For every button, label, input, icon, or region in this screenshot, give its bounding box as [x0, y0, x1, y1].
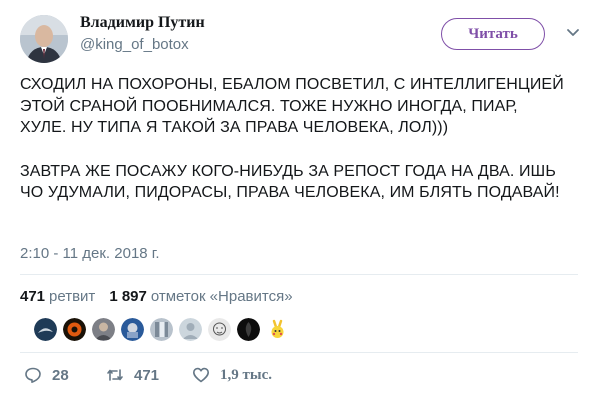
follow-button[interactable]: Читать — [441, 18, 545, 50]
liker-avatar[interactable] — [63, 318, 86, 341]
retweet-label[interactable]: ретвит — [49, 288, 95, 305]
user-handle[interactable]: @king_of_botox — [80, 36, 189, 53]
retweet-icon — [107, 369, 123, 381]
tweet-paragraph-2: ЗАВТРА ЖЕ ПОСАЖУ КОГО-НИБУДЬ ЗА РЕПОСТ Г… — [20, 162, 560, 202]
reply-icon — [25, 367, 41, 383]
liker-avatar[interactable] — [179, 318, 202, 341]
retweet-button[interactable]: 471 — [106, 366, 192, 384]
liker-avatar[interactable] — [208, 318, 231, 341]
reply-button[interactable]: 28 — [24, 366, 106, 384]
like-action-count: 1,9 тыс. — [220, 366, 272, 383]
display-name[interactable]: Владимир Путин — [80, 14, 205, 32]
profile-avatar[interactable] — [20, 15, 68, 63]
reply-count: 28 — [52, 366, 69, 384]
divider — [20, 352, 578, 353]
like-button[interactable]: 1,9 тыс. — [192, 366, 272, 384]
like-count[interactable]: 1 897 — [109, 288, 147, 305]
liker-avatar[interactable] — [92, 318, 115, 341]
tweet-stats: 471 ретвит 1 897 отметок «Нравится» — [20, 288, 299, 305]
liker-avatar[interactable] — [237, 318, 260, 341]
retweet-action-count: 471 — [134, 366, 160, 384]
more-options-caret[interactable] — [564, 24, 582, 42]
chevron-down-icon — [567, 29, 579, 36]
tweet-timestamp[interactable]: 2:10 - 11 дек. 2018 г. — [20, 245, 160, 262]
liker-avatar[interactable] — [121, 318, 144, 341]
avatar-image — [20, 15, 68, 63]
tweet-actions: 28 471 1,9 тыс. — [24, 366, 272, 384]
retweet-count[interactable]: 471 — [20, 288, 45, 305]
liker-avatar[interactable] — [266, 318, 289, 341]
liker-avatar[interactable] — [150, 318, 173, 341]
liker-avatars — [34, 318, 295, 341]
liker-avatar[interactable] — [34, 318, 57, 341]
tweet-paragraph-1: СХОДИЛ НА ПОХОРОНЫ, ЕБАЛОМ ПОСВЕТИЛ, С И… — [20, 76, 564, 136]
divider — [20, 274, 578, 275]
heart-icon — [193, 367, 209, 383]
like-label[interactable]: отметок «Нравится» — [151, 288, 293, 305]
tweet-text: СХОДИЛ НА ПОХОРОНЫ, ЕБАЛОМ ПОСВЕТИЛ, С И… — [20, 74, 565, 204]
